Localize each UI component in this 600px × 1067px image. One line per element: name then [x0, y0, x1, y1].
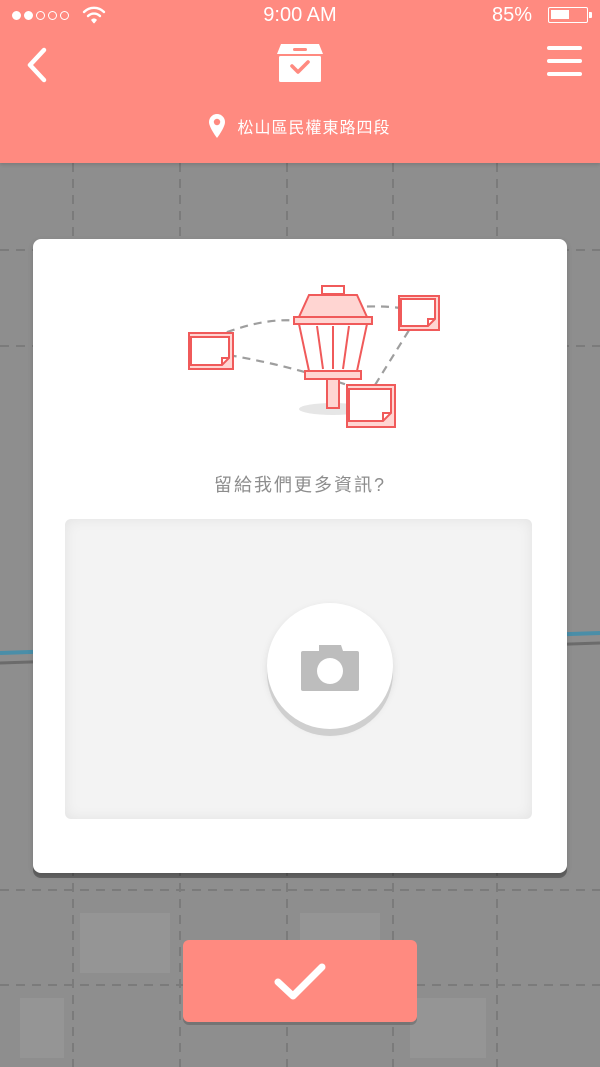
status-bar: 9:00 AM 85%	[0, 0, 600, 32]
map-pin-icon	[209, 114, 226, 138]
battery-level-fill	[551, 10, 569, 19]
info-prompt: 留給我們更多資訊?	[213, 475, 386, 495]
chevron-left-icon	[27, 47, 47, 83]
menu-button[interactable]	[544, 46, 584, 82]
check-icon	[274, 963, 326, 1000]
battery-cap	[589, 12, 592, 18]
info-card: 留給我們更多資訊?	[33, 239, 567, 873]
battery-icon	[548, 7, 588, 23]
camera-icon	[301, 645, 359, 691]
confirm-button[interactable]	[183, 940, 417, 1022]
back-button[interactable]	[16, 42, 60, 88]
hamburger-icon	[544, 46, 584, 76]
location-bar: 松山區民權東路四段	[0, 114, 600, 138]
battery-percent: 85%	[491, 4, 532, 26]
camera-button[interactable]	[267, 603, 393, 729]
location-text: 松山區民權東路四段	[237, 120, 391, 137]
app-header: 9:00 AM 85% 松山區民權東路四段	[0, 0, 600, 163]
box-check-icon	[277, 44, 323, 82]
photo-upload-area[interactable]	[65, 519, 532, 819]
street-lamp-illustration	[188, 285, 440, 428]
